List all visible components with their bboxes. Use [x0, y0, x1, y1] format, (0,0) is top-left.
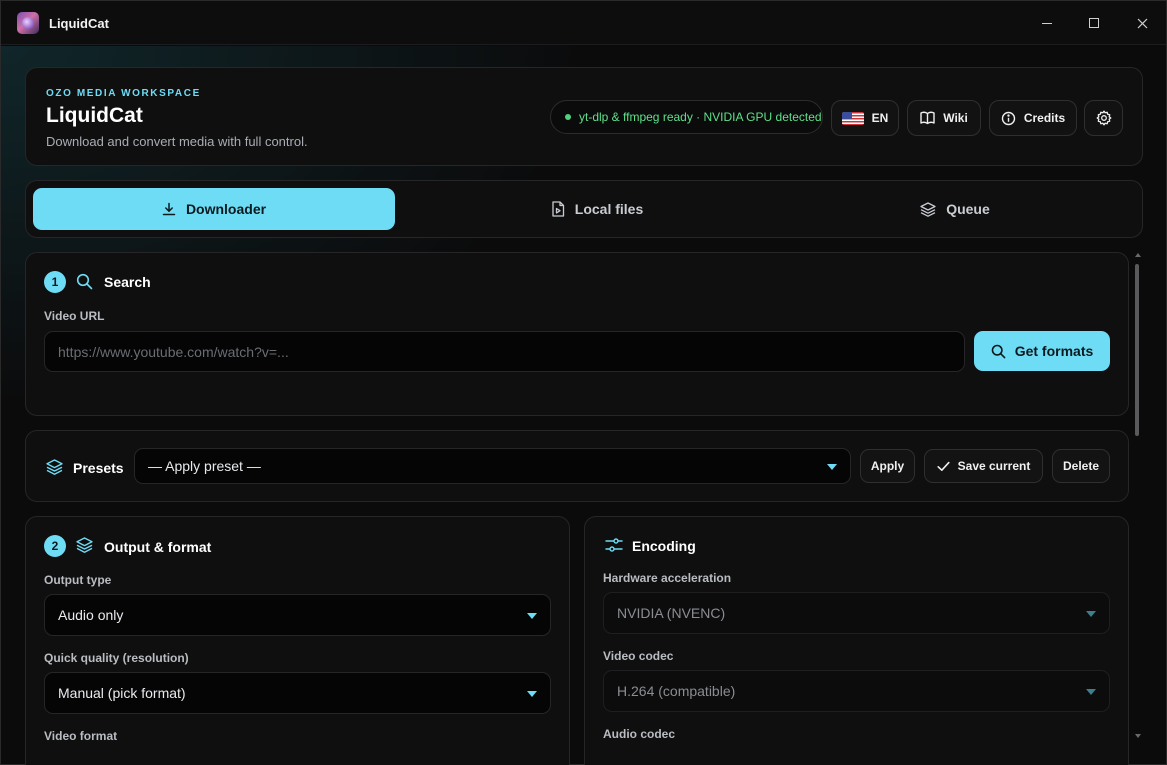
tab-local-files-label: Local files — [574, 201, 644, 217]
video-codec-value: H.264 (compatible) — [617, 683, 736, 699]
apply-preset-button[interactable]: Apply — [860, 449, 915, 483]
layers-icon — [920, 201, 936, 217]
save-preset-button[interactable]: Save current — [924, 449, 1043, 483]
settings-button[interactable] — [1084, 100, 1123, 136]
save-current-label: Save current — [957, 459, 1031, 473]
status-badge: yt-dlp & ffmpeg ready · NVIDIA GPU detec… — [550, 100, 823, 134]
search-card: 1 Search Video URL https://www.youtube.c… — [25, 252, 1129, 416]
output-type-label: Output type — [44, 573, 112, 587]
video-url-input[interactable]: https://www.youtube.com/watch?v=... — [44, 331, 965, 372]
status-dot-icon — [565, 114, 571, 120]
window-title: LiquidCat — [49, 16, 109, 31]
quality-value: Manual (pick format) — [58, 685, 186, 701]
hw-accel-value: NVIDIA (NVENC) — [617, 605, 726, 621]
get-formats-button[interactable]: Get formats — [974, 331, 1110, 371]
search-icon — [76, 273, 93, 290]
gear-icon — [1096, 110, 1111, 126]
apply-label: Apply — [870, 459, 905, 473]
liquidcat-app-icon — [17, 12, 39, 34]
maximize-icon — [1089, 18, 1099, 28]
scroll-down-icon[interactable] — [1135, 734, 1141, 738]
hw-accel-label: Hardware acceleration — [603, 571, 732, 585]
delete-preset-button[interactable]: Delete — [1052, 449, 1110, 483]
presets-card: Presets — Apply preset — Apply Save curr… — [25, 430, 1129, 502]
chevron-down-icon — [527, 613, 537, 619]
search-icon — [991, 344, 1006, 358]
app-window: LiquidCat OZO MEDIA WORKSPACE LiquidCat … — [0, 0, 1167, 765]
scrollbar-thumb[interactable] — [1135, 264, 1139, 436]
hw-accel-select[interactable]: NVIDIA (NVENC) — [603, 592, 1110, 634]
preset-select-value: — Apply preset — — [148, 458, 261, 474]
download-icon — [162, 202, 176, 216]
info-icon — [1001, 111, 1016, 125]
language-button[interactable]: EN — [831, 100, 899, 136]
chevron-down-icon — [527, 691, 537, 697]
chevron-down-icon — [1086, 611, 1096, 617]
minimize-icon — [1042, 22, 1052, 24]
header-card: OZO MEDIA WORKSPACE LiquidCat Download a… — [25, 67, 1143, 166]
minimize-button[interactable] — [1037, 13, 1057, 33]
credits-label: Credits — [1023, 111, 1066, 125]
status-text: yt-dlp & ffmpeg ready · NVIDIA GPU detec… — [579, 110, 822, 124]
quality-select[interactable]: Manual (pick format) — [44, 672, 551, 714]
page-title: LiquidCat — [46, 104, 143, 127]
maximize-button[interactable] — [1084, 13, 1104, 33]
check-icon — [937, 461, 950, 471]
workspace-eyebrow: OZO MEDIA WORKSPACE — [46, 88, 201, 99]
us-flag-icon — [841, 111, 864, 125]
audio-codec-label: Audio codec — [603, 727, 676, 741]
output-type-value: Audio only — [58, 607, 124, 623]
main-content: OZO MEDIA WORKSPACE LiquidCat Download a… — [1, 46, 1166, 765]
tab-downloader-label: Downloader — [185, 201, 267, 217]
close-icon — [1137, 18, 1147, 28]
sliders-icon — [605, 538, 623, 552]
step-number-badge: 2 — [44, 535, 66, 557]
output-section-title: Output & format — [104, 539, 212, 555]
layers-icon — [46, 459, 63, 475]
file-video-icon — [552, 201, 564, 217]
video-codec-select[interactable]: H.264 (compatible) — [603, 670, 1110, 712]
tab-queue-label: Queue — [946, 201, 990, 217]
tab-bar: Downloader Local files Queue — [25, 180, 1143, 238]
chevron-down-icon — [827, 464, 837, 470]
title-bar: LiquidCat — [1, 1, 1166, 45]
video-codec-label: Video codec — [603, 649, 674, 663]
delete-label: Delete — [1062, 459, 1100, 473]
credits-button[interactable]: Credits — [989, 100, 1077, 136]
video-format-label: Video format — [44, 729, 118, 743]
scroll-up-icon[interactable] — [1135, 253, 1141, 257]
wiki-button[interactable]: Wiki — [907, 100, 981, 136]
step-number-badge: 1 — [44, 271, 66, 293]
encoding-card: Encoding Hardware acceleration NVIDIA (N… — [584, 516, 1129, 765]
get-formats-label: Get formats — [1014, 343, 1094, 359]
tab-queue[interactable]: Queue — [774, 188, 1136, 230]
output-format-card: 2 Output & format Output type Audio only… — [25, 516, 570, 765]
wiki-label: Wiki — [943, 111, 968, 125]
close-button[interactable] — [1132, 13, 1152, 33]
page-subtitle: Download and convert media with full con… — [46, 134, 308, 149]
tab-downloader[interactable]: Downloader — [33, 188, 395, 230]
output-type-select[interactable]: Audio only — [44, 594, 551, 636]
chevron-down-icon — [1086, 689, 1096, 695]
language-label: EN — [871, 111, 889, 125]
search-section-title: Search — [104, 274, 151, 290]
video-url-label: Video URL — [44, 309, 105, 323]
quality-label: Quick quality (resolution) — [44, 651, 189, 665]
presets-title: Presets — [73, 460, 124, 476]
preset-select[interactable]: — Apply preset — — [134, 448, 851, 484]
tab-local-files[interactable]: Local files — [416, 188, 778, 230]
book-icon — [920, 111, 935, 125]
layers-icon — [76, 537, 93, 553]
encoding-section-title: Encoding — [632, 538, 696, 554]
